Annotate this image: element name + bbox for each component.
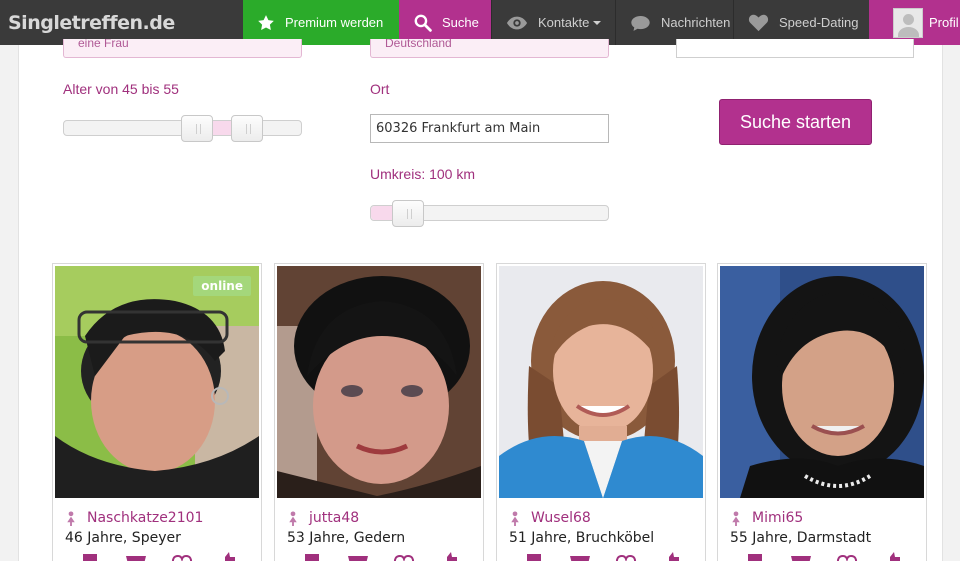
gender-select[interactable]: eine Frau [63, 39, 302, 58]
age-min-handle[interactable] [181, 115, 213, 142]
heart-outline-icon[interactable] [169, 550, 195, 561]
profile-photo[interactable] [277, 266, 481, 498]
age-slider[interactable] [63, 115, 302, 142]
umkreis-handle[interactable] [392, 200, 424, 227]
profile-info: 55 Jahre, Darmstadt [730, 530, 872, 546]
online-badge: online [193, 276, 251, 296]
umkreis-label: Umkreis: 100 km [370, 166, 476, 182]
nav-premium-label: Premium werden [285, 15, 384, 30]
age-label: Alter von 45 bis 55 [63, 81, 179, 97]
extra-field[interactable] [676, 39, 914, 58]
country-select[interactable]: Deutschland [370, 39, 609, 58]
umkreis-slider[interactable] [370, 200, 609, 227]
female-icon [510, 510, 520, 526]
profile-photo[interactable]: online [55, 266, 259, 498]
thumbs-up-icon[interactable] [437, 550, 463, 561]
star-icon [257, 14, 275, 32]
chat-icon[interactable] [345, 550, 371, 561]
chat-icon[interactable] [123, 550, 149, 561]
profile-name: jutta48 [309, 510, 360, 526]
gift-icon[interactable] [299, 550, 325, 561]
profile-photo[interactable] [499, 266, 703, 498]
thumbs-up-icon[interactable] [880, 550, 906, 561]
age-max-handle[interactable] [231, 115, 263, 142]
ort-input[interactable]: 60326 Frankfurt am Main [370, 114, 609, 143]
search-icon [413, 13, 432, 32]
profile-card[interactable]: jutta48 53 Jahre, Gedern [274, 263, 484, 561]
profile-name-row[interactable]: Naschkatze2101 [66, 510, 203, 526]
profile-name: Wusel68 [531, 510, 591, 526]
profile-card[interactable]: Wusel68 51 Jahre, Bruchköbel [496, 263, 706, 561]
chat-bubble-icon [630, 14, 651, 32]
nav-nachrichten-label: Nachrichten [661, 15, 731, 30]
profile-name-row[interactable]: jutta48 [288, 510, 359, 526]
profile-photo[interactable] [720, 266, 924, 498]
nav-speed-dating-label: Speed-Dating [779, 15, 859, 30]
thumbs-up-icon[interactable] [215, 550, 241, 561]
chat-icon[interactable] [567, 550, 593, 561]
gift-icon[interactable] [742, 550, 768, 561]
avatar [893, 7, 923, 38]
nav-kontakte-label: Kontakte [538, 15, 590, 30]
nav-profil-label: Profil [929, 15, 959, 30]
nav-suche-label: Suche [442, 15, 479, 30]
heart-outline-icon[interactable] [391, 550, 417, 561]
profile-card[interactable]: Mimi65 55 Jahre, Darmstadt [717, 263, 927, 561]
profile-actions [521, 550, 685, 561]
thumbs-up-icon[interactable] [659, 550, 685, 561]
heart-outline-icon[interactable] [834, 550, 860, 561]
profile-name-row[interactable]: Mimi65 [731, 510, 803, 526]
profile-info: 53 Jahre, Gedern [287, 530, 406, 546]
profile-actions [299, 550, 463, 561]
gift-icon[interactable] [521, 550, 547, 561]
female-icon [731, 510, 741, 526]
profile-card[interactable]: online Naschkatze2101 46 Jahre, Speyer [52, 263, 262, 561]
profile-info: 51 Jahre, Bruchköbel [509, 530, 655, 546]
eye-icon [506, 15, 528, 31]
profile-actions [742, 550, 906, 561]
ort-label: Ort [370, 81, 390, 97]
female-icon [66, 510, 76, 526]
heart-outline-icon[interactable] [613, 550, 639, 561]
profile-name: Naschkatze2101 [87, 510, 204, 526]
profile-actions [77, 550, 241, 561]
chevron-down-icon [593, 20, 602, 25]
chat-icon[interactable] [788, 550, 814, 561]
gift-icon[interactable] [77, 550, 103, 561]
profile-name: Mimi65 [752, 510, 804, 526]
profile-info: 46 Jahre, Speyer [65, 530, 181, 546]
heart-icon [748, 13, 769, 32]
female-icon [288, 510, 298, 526]
search-submit-button[interactable]: Suche starten [719, 99, 872, 145]
profile-name-row[interactable]: Wusel68 [510, 510, 591, 526]
